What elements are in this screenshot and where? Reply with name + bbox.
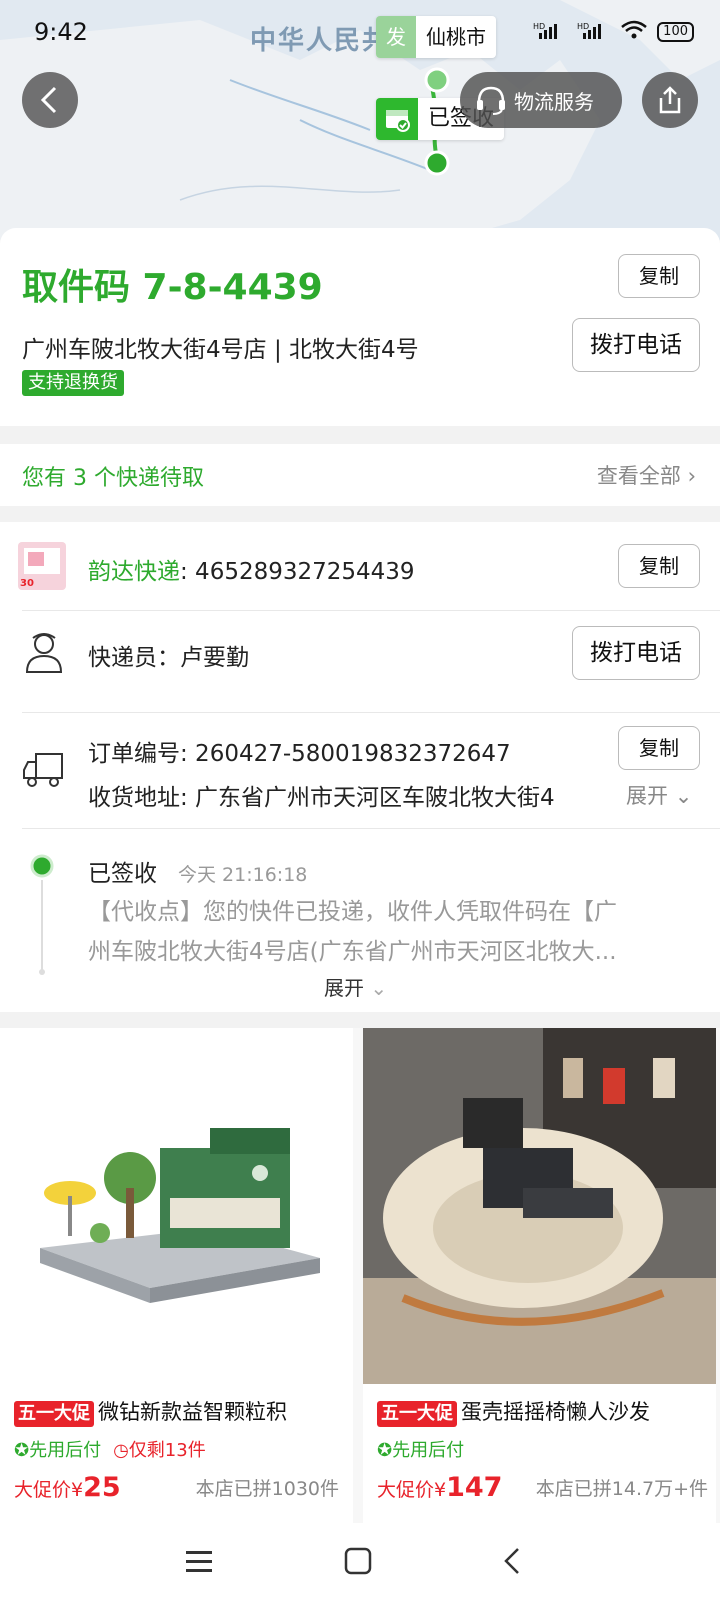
product-card[interactable]: 五一大促 微钻新款益智颗粒积 ✪先用后付 ◷仅剩13件 大促价¥25 本店已拼10… bbox=[0, 1028, 353, 1523]
expand-address-label: 展开 bbox=[626, 784, 668, 808]
carrier-logo: 30 bbox=[18, 542, 66, 590]
price-label: 大促价¥ bbox=[14, 1479, 84, 1501]
chevron-down-icon: ⌄ bbox=[370, 976, 388, 1000]
product-sold-count: 本店已拼14.7万+件 bbox=[535, 1478, 708, 1500]
delivery-truck-icon bbox=[22, 750, 66, 794]
pay-later-icon: ✪ bbox=[377, 1440, 393, 1461]
package-check-icon bbox=[376, 98, 418, 140]
store-address: 广州车陂北牧大街4号店 | 北牧大街4号 bbox=[22, 337, 419, 363]
timeline-time: 今天 21:16:18 bbox=[178, 864, 308, 886]
tracking-number: : 465289327254439 bbox=[180, 559, 415, 585]
pay-later-tag: ✪先用后付 bbox=[377, 1436, 464, 1462]
expand-address-button[interactable]: 展开 ⌄ bbox=[626, 780, 692, 810]
view-all-label: 查看全部 bbox=[596, 464, 681, 488]
chevron-down-icon: ⌄ bbox=[674, 784, 693, 808]
carrier-name: 韵达快递 bbox=[88, 559, 180, 585]
chevron-right-icon: › bbox=[687, 464, 696, 488]
product-tags: ✪先用后付 ◷仅剩13件 bbox=[14, 1436, 206, 1462]
pickup-card: 取件码 7-8-4439 复制 广州车陂北牧大街4号店 | 北牧大街4号 拨打电… bbox=[0, 228, 720, 426]
home-icon[interactable] bbox=[344, 1547, 372, 1575]
expand-timeline-button[interactable]: 展开 ⌄ bbox=[324, 972, 387, 1001]
menu-icon[interactable] bbox=[186, 1549, 212, 1573]
back-button[interactable] bbox=[22, 72, 78, 128]
product-card[interactable]: 五一大促 蛋壳摇摇椅懒人沙发 ✪先用后付 大促价¥147 本店已拼14.7万+件 bbox=[363, 1028, 716, 1523]
signal-icon: HD bbox=[533, 21, 567, 43]
share-button[interactable] bbox=[642, 72, 698, 128]
price-label: 大促价¥ bbox=[377, 1479, 447, 1501]
product-title-text: 蛋壳摇摇椅懒人沙发 bbox=[461, 1400, 650, 1424]
battery-icon: 100 bbox=[657, 22, 694, 42]
product-image-building-blocks bbox=[0, 1028, 353, 1384]
svg-text:HD: HD bbox=[577, 22, 589, 31]
pay-later-icon: ✪ bbox=[14, 1440, 30, 1461]
call-store-button[interactable]: 拨打电话 bbox=[572, 318, 700, 372]
stock-left-tag: ◷仅剩13件 bbox=[113, 1436, 206, 1462]
status-bar: 9:42 HD HD 100 bbox=[0, 0, 720, 64]
signal-icon-2: HD bbox=[577, 21, 611, 43]
view-all-link[interactable]: 查看全部 › bbox=[597, 460, 696, 490]
divider bbox=[22, 828, 720, 829]
timeline-track bbox=[30, 854, 54, 975]
pickup-code: 取件码 7-8-4439 bbox=[22, 267, 323, 308]
divider bbox=[22, 712, 720, 713]
copy-tracking-button[interactable]: 复制 bbox=[618, 544, 700, 588]
headset-icon bbox=[477, 86, 505, 115]
product-image-rocking-chair bbox=[363, 1028, 716, 1384]
recommended-products: 五一大促 微钻新款益智颗粒积 ✪先用后付 ◷仅剩13件 大促价¥25 本店已拼10… bbox=[0, 1028, 720, 1523]
promo-badge: 五一大促 bbox=[14, 1401, 94, 1427]
courier-name: 快递员：卢要勤 bbox=[88, 645, 249, 671]
product-tags: ✪先用后付 bbox=[377, 1436, 464, 1462]
share-icon bbox=[659, 86, 681, 114]
return-badge: 支持退换货 bbox=[22, 370, 124, 396]
divider bbox=[22, 610, 720, 611]
parcel-detail-card: 30 韵达快递: 465289327254439 复制 快递员：卢要勤 拨打电话… bbox=[0, 522, 720, 1012]
timeline-detail-line2: 州车陂北牧大街4号店(广东省广州市天河区北牧大... bbox=[88, 939, 617, 965]
system-nav-bar bbox=[0, 1523, 720, 1600]
price-value: 147 bbox=[446, 1472, 503, 1503]
timeline-detail-line1: 【代收点】您的快件已投递，收件人凭取件码在【广 bbox=[88, 899, 617, 925]
svg-text:HD: HD bbox=[533, 22, 545, 31]
clock-icon: ◷ bbox=[113, 1440, 129, 1461]
product-sold-count: 本店已拼1030件 bbox=[195, 1478, 339, 1500]
product-title-text: 微钻新款益智颗粒积 bbox=[98, 1400, 287, 1424]
wifi-icon bbox=[621, 20, 647, 44]
copy-pickup-code-button[interactable]: 复制 bbox=[618, 254, 700, 298]
svg-text:30: 30 bbox=[20, 578, 34, 589]
delivery-address: 收货地址: 广东省广州市天河区车陂北牧大街4 bbox=[88, 785, 555, 811]
timeline-status: 已签收 bbox=[88, 861, 157, 887]
stock-left-label: 仅剩13件 bbox=[128, 1440, 206, 1461]
pay-later-label: 先用后付 bbox=[392, 1440, 465, 1461]
call-courier-button[interactable]: 拨打电话 bbox=[572, 626, 700, 680]
logistics-service-button[interactable]: 物流服务 bbox=[460, 72, 622, 128]
status-icons: HD HD 100 bbox=[533, 20, 694, 44]
back-nav-icon[interactable] bbox=[502, 1547, 522, 1575]
copy-order-button[interactable]: 复制 bbox=[618, 726, 700, 770]
pending-parcels-text: 您有 3 个快递待取 bbox=[22, 466, 204, 491]
product-price: 大促价¥147 bbox=[377, 1472, 502, 1503]
pay-later-label: 先用后付 bbox=[29, 1440, 102, 1461]
pending-parcels-row[interactable]: 您有 3 个快递待取 查看全部 › bbox=[0, 444, 720, 506]
product-price: 大促价¥25 bbox=[14, 1472, 121, 1503]
carrier-line: 韵达快递: 465289327254439 bbox=[88, 552, 415, 586]
order-number: 订单编号: 260427-580019832372647 bbox=[88, 741, 511, 767]
promo-badge: 五一大促 bbox=[377, 1401, 457, 1427]
product-title: 五一大促 蛋壳摇摇椅懒人沙发 bbox=[377, 1396, 650, 1427]
price-value: 25 bbox=[83, 1472, 121, 1503]
product-title: 五一大促 微钻新款益智颗粒积 bbox=[14, 1396, 287, 1427]
status-time: 9:42 bbox=[34, 18, 88, 46]
expand-timeline-label: 展开 bbox=[324, 976, 364, 1000]
logistics-service-label: 物流服务 bbox=[514, 89, 594, 114]
courier-person-icon bbox=[24, 630, 64, 678]
pay-later-tag: ✪先用后付 bbox=[14, 1436, 101, 1462]
chevron-left-icon bbox=[40, 86, 57, 114]
